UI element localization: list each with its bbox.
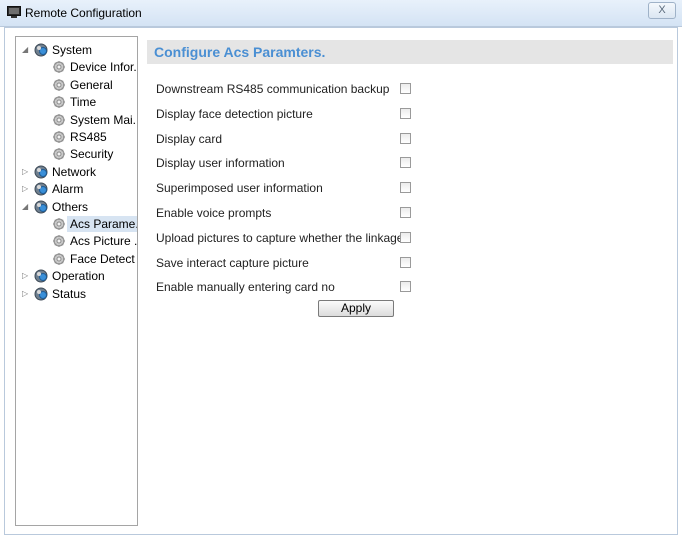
option-label: Enable voice prompts [156, 206, 272, 220]
option-checkbox[interactable] [400, 207, 411, 218]
tree-item-label: Time [70, 95, 97, 110]
tree-item-label: Others [52, 199, 89, 214]
gear-icon [53, 218, 65, 230]
title-bar: Remote Configuration X [0, 0, 682, 27]
tree-item-label: General [70, 77, 113, 92]
tree-item-label: Acs Picture ... [70, 234, 138, 249]
gear-icon [53, 96, 65, 109]
option-label: Display face detection picture [156, 106, 313, 121]
navigation-tree: ◢ System Device Infor... General Time System … [15, 36, 138, 526]
tree-item-acs-parame[interactable]: Acs Parame... [16, 216, 137, 232]
option-label: Enable manually entering card no [156, 280, 335, 295]
tree-item-others[interactable]: ◢ Others [16, 199, 137, 215]
tree-item-acs-picture[interactable]: Acs Picture ... [16, 233, 137, 249]
option-checkbox[interactable] [400, 83, 411, 94]
tree-item-label: Status [52, 286, 87, 301]
apply-button[interactable]: Apply [318, 300, 394, 317]
option-label: Display card [156, 131, 223, 146]
close-button[interactable]: X [648, 2, 676, 19]
option-checkbox[interactable] [400, 182, 411, 194]
tree-item-general[interactable]: General [16, 77, 137, 93]
option-checkbox[interactable] [400, 107, 411, 119]
gear-icon [53, 148, 65, 161]
tree-item-rs485[interactable]: RS485 [16, 129, 137, 145]
gear-icon [53, 252, 65, 265]
globe-icon [34, 287, 48, 301]
tree-item-network[interactable]: ▷ Network [16, 164, 137, 180]
option-checkbox[interactable] [400, 281, 411, 293]
tree-item-label: System [52, 43, 93, 57]
tree-item-system[interactable]: ◢ System [16, 42, 137, 58]
page-title: Configure Acs Paramters. [154, 44, 326, 60]
option-checkbox[interactable] [400, 231, 411, 243]
globe-icon [34, 165, 48, 179]
monitor-icon [7, 6, 21, 18]
tree-item-operation[interactable]: ▷ Operation [16, 268, 137, 284]
option-checkbox[interactable] [400, 157, 411, 169]
tree-item-label: Operation [52, 269, 105, 284]
option-label: Display user information [156, 156, 285, 171]
gear-icon [53, 113, 65, 126]
expand-arrow-icon[interactable]: ▷ [22, 181, 31, 197]
option-checkbox[interactable] [400, 132, 411, 144]
tree-item-label: Network [52, 164, 97, 179]
option-label: Upload pictures to capture whether the l… [156, 230, 404, 245]
gear-icon [53, 235, 65, 248]
option-label: Superimposed user information [156, 181, 323, 196]
tree-item-label: RS485 [70, 130, 107, 144]
tree-item-label: Acs Parame... [67, 216, 137, 232]
tree-item-status[interactable]: ▷ Status [16, 286, 137, 302]
option-label: Save interact capture picture [156, 255, 309, 270]
globe-icon [34, 182, 48, 196]
option-checkbox[interactable] [400, 256, 411, 268]
tree-item-time[interactable]: Time [16, 94, 137, 110]
collapse-arrow-icon[interactable]: ◢ [22, 42, 31, 58]
tree-item-label: Face Detect [70, 251, 135, 266]
tree-item-label: Device Infor... [70, 60, 138, 75]
expand-arrow-icon[interactable]: ▷ [22, 164, 31, 180]
tree-item-label: Alarm [52, 182, 84, 197]
tree-item-label: System Mai... [70, 112, 138, 127]
gear-icon [53, 78, 65, 91]
gear-icon [53, 131, 65, 143]
content-header: Configure Acs Paramters. [147, 40, 673, 64]
collapse-arrow-icon[interactable]: ◢ [22, 199, 31, 215]
window-title: Remote Configuration [25, 6, 142, 20]
tree-item-label: Security [70, 147, 114, 162]
option-label: Downstream RS485 communication backup [156, 82, 390, 96]
tree-item-face-detect[interactable]: Face Detect [16, 251, 137, 267]
globe-icon [34, 43, 48, 57]
gear-icon [53, 61, 65, 74]
tree-item-security[interactable]: Security [16, 146, 137, 162]
globe-icon [34, 200, 48, 214]
tree-item-system-mai[interactable]: System Mai... [16, 112, 137, 128]
tree-item-device-infor[interactable]: Device Infor... [16, 59, 137, 75]
expand-arrow-icon[interactable]: ▷ [22, 286, 31, 302]
expand-arrow-icon[interactable]: ▷ [22, 268, 31, 284]
tree-item-alarm[interactable]: ▷ Alarm [16, 181, 137, 197]
globe-icon [34, 269, 48, 283]
